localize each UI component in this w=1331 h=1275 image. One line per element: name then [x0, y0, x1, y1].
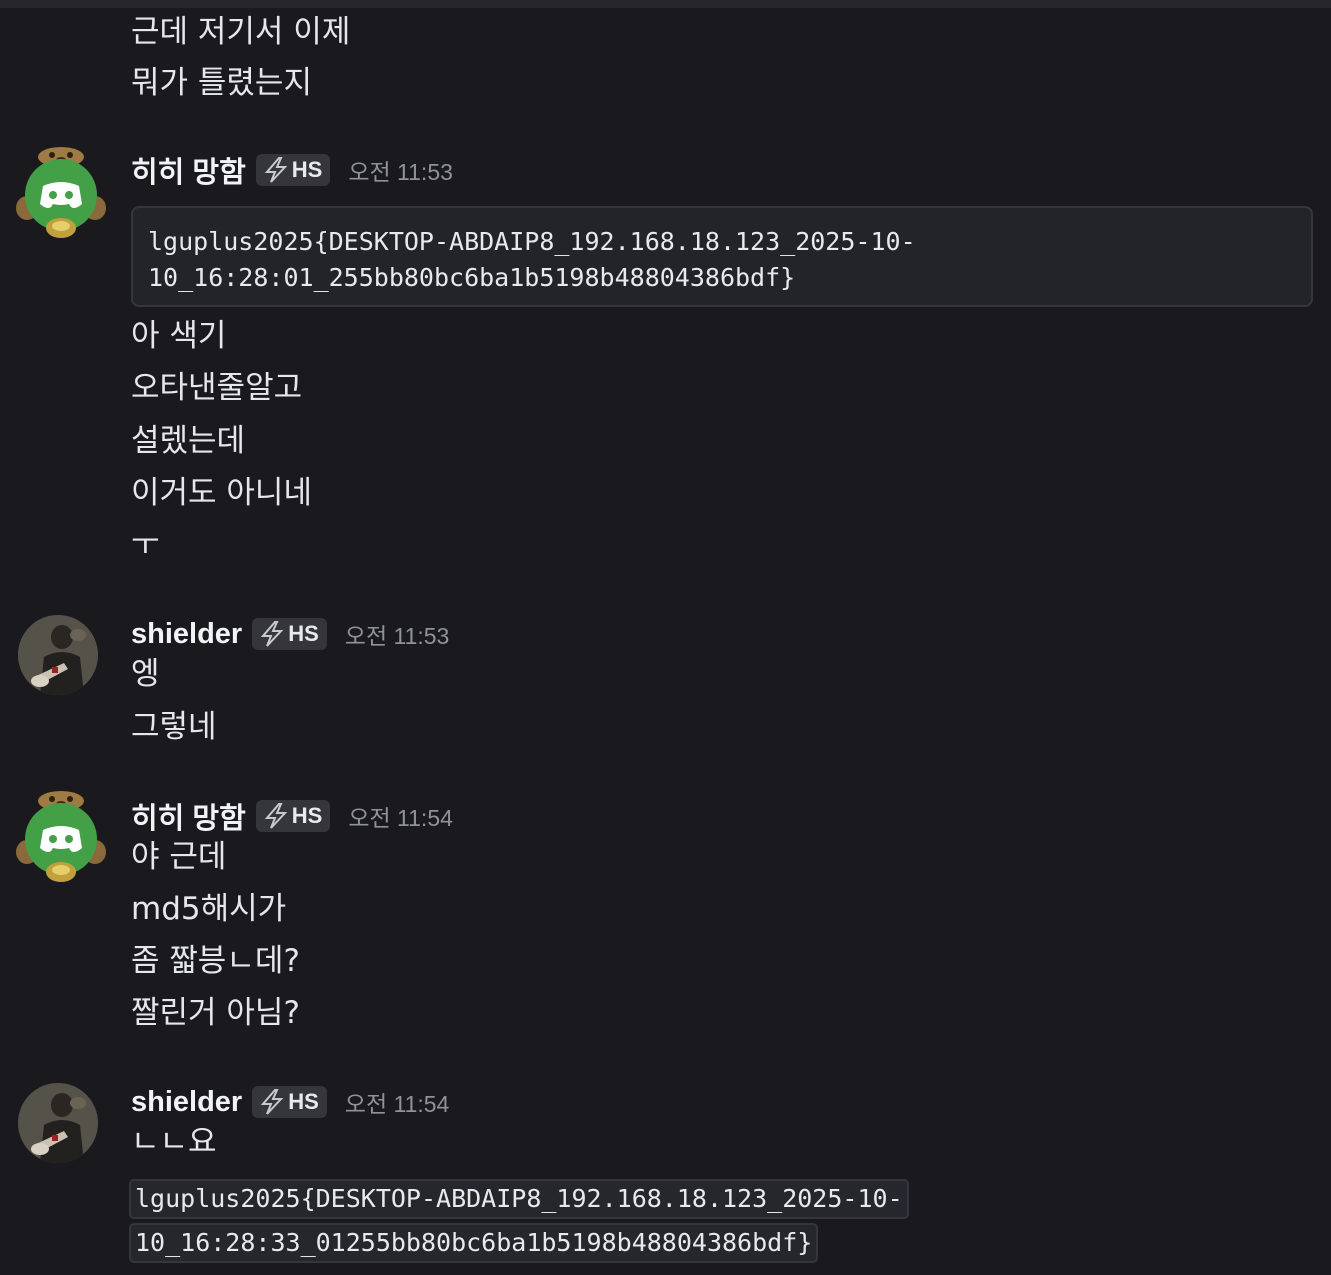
code-line: lguplus2025{DESKTOP-ABDAIP8_192.168.18.1… [148, 227, 916, 256]
discord-bear-avatar[interactable] [14, 790, 108, 884]
message-line: 짤린거 아님? [131, 995, 300, 1031]
server-tag-badge[interactable]: HS [252, 618, 327, 650]
server-tag-badge[interactable]: HS [252, 1086, 327, 1118]
guitarist-photo-icon [18, 615, 98, 695]
message-line: 좀 짧븡ㄴ데? [131, 943, 300, 979]
message-header: shielder HS 오전 11:54 [131, 1082, 449, 1122]
username[interactable]: 히히 망함 [131, 149, 246, 191]
message-line: 오타낸줄알고 [131, 370, 303, 406]
timestamp: 오전 11:54 [344, 1091, 450, 1117]
discord-bear-avatar[interactable] [14, 146, 108, 240]
lightning-icon [264, 157, 288, 183]
message-line: md5해시가 [131, 891, 287, 927]
message-line: 아 색기 [131, 318, 227, 354]
server-tag-badge[interactable]: HS [255, 800, 331, 832]
badge-label: HS [291, 803, 323, 828]
message-header: shielder HS 오전 11:53 [131, 614, 449, 654]
bear-avatar-icon [16, 791, 106, 882]
timestamp: 오전 11:53 [348, 159, 453, 185]
badge-label: HS [288, 621, 319, 646]
server-tag-badge[interactable]: HS [255, 154, 331, 186]
message-line: 설렜는데 [131, 423, 246, 459]
message-header: 히히 망함 HS 오전 11:53 [131, 150, 453, 190]
message-line: 근데 저기서 이제 [131, 14, 351, 50]
bear-avatar-icon [16, 147, 106, 238]
guitarist-photo-avatar[interactable] [18, 615, 98, 695]
code-line: 10_16:28:01_255bb80bc6ba1b5198b48804386b… [148, 263, 796, 292]
message-line: ㄴㄴ요 [131, 1124, 217, 1160]
code-block: lguplus2025{DESKTOP-ABDAIP8_192.168.18.1… [131, 206, 1313, 307]
guitarist-photo-icon [18, 1083, 98, 1163]
inline-code: lguplus2025{DESKTOP-ABDAIP8_192.168.18.1… [129, 1179, 909, 1219]
username[interactable]: shielder [131, 1086, 242, 1119]
badge-label: HS [288, 1089, 319, 1114]
username[interactable]: 히히 망함 [131, 795, 246, 837]
message-line: 이거도 아니네 [131, 475, 312, 511]
message-line: 엥 [131, 656, 160, 692]
username[interactable]: shielder [131, 618, 242, 651]
inline-code: 10_16:28:33_01255bb80bc6ba1b5198b4880438… [129, 1223, 819, 1263]
lightning-icon [261, 621, 284, 647]
message-line: ㅜ [131, 527, 160, 563]
timestamp: 오전 11:54 [348, 805, 453, 831]
message-header: 히히 망함 HS 오전 11:54 [131, 796, 453, 836]
timestamp: 오전 11:53 [344, 623, 450, 649]
message-line: 그렇네 [131, 709, 217, 745]
message-line: 뭐가 틀렸는지 [131, 65, 312, 101]
guitarist-photo-avatar[interactable] [18, 1083, 98, 1163]
lightning-icon [261, 1089, 284, 1115]
badge-label: HS [291, 157, 323, 182]
lightning-icon [264, 803, 288, 829]
chat-message-list: 근데 저기서 이제 뭐가 틀렸는지 히히 망함 HS 오전 11:53 lgup… [0, 0, 1331, 1275]
message-line: 야 근데 [131, 839, 227, 875]
